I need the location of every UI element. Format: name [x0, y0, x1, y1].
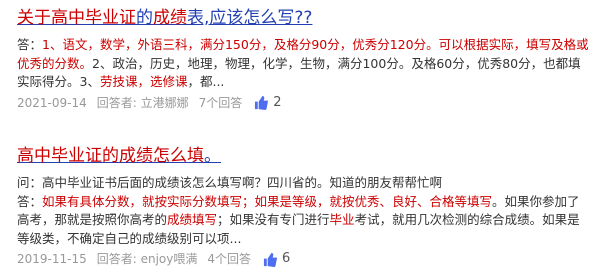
like-button[interactable]: 2 — [254, 95, 291, 111]
result-title[interactable]: 高中毕业证的成绩怎么填。 — [17, 145, 592, 167]
answerer[interactable]: 回答者: enjoy喂满 — [97, 251, 198, 267]
search-result-1: 关于高中毕业证的成绩表,应该怎么写?? 答：1、语文，数学，外语三科，满分150… — [17, 7, 592, 111]
title-highlight: 高中毕业证的成绩怎么填 — [17, 146, 204, 166]
like-count: 6 — [282, 251, 291, 266]
result-meta: 2021-09-14 回答者: 立港娜娜 7个回答 2 — [17, 95, 592, 111]
title-highlight: 关于 — [17, 8, 51, 28]
like-count: 2 — [273, 94, 282, 110]
result-title[interactable]: 关于高中毕业证的成绩表,应该怎么写?? — [17, 7, 592, 29]
abstract-highlight: 成绩填写 — [167, 212, 218, 227]
answer-prefix: 答： — [17, 37, 43, 52]
abstract-highlight: 如果有具体分数，就按实际分数填写；如果是等级，就按优秀、良好、合格等填写 — [42, 193, 493, 209]
abstract-highlight: 毕业 — [329, 212, 355, 227]
title-text: 。 — [204, 146, 221, 166]
answer-count[interactable]: 7个回答 — [199, 95, 243, 111]
result-abstract: 答：1、语文，数学，外语三科，满分150分，及格分90分，优秀分120分。可以根… — [17, 36, 592, 92]
result-date: 2019-11-15 — [17, 252, 87, 266]
title-text: 表,应该怎么写?? — [187, 8, 313, 28]
question-text: 问：高中毕业证书后面的成绩该怎么填写啊？四川省的。知道的朋友帮帮忙啊 — [17, 175, 443, 190]
title-highlight: 成绩 — [153, 8, 187, 28]
title-text: 的 — [136, 8, 153, 28]
result-abstract: 问：高中毕业证书后面的成绩该怎么填写啊？四川省的。知道的朋友帮帮忙啊 答：如果有… — [17, 174, 592, 248]
title-highlight: 高中毕业证 — [51, 8, 136, 28]
answer-count[interactable]: 4个回答 — [207, 251, 251, 267]
result-date: 2021-09-14 — [17, 95, 87, 110]
result-meta: 2019-11-15 回答者: enjoy喂满 4个回答 6 — [17, 251, 592, 267]
search-result-2: 高中毕业证的成绩怎么填。 问：高中毕业证书后面的成绩该怎么填写啊？四川省的。知道… — [17, 145, 592, 267]
like-button[interactable]: 6 — [263, 251, 300, 267]
thumbs-up-icon — [255, 95, 269, 110]
answer-prefix: 答： — [17, 193, 43, 209]
answerer[interactable]: 回答者: 立港娜娜 — [97, 95, 189, 111]
abstract-text: ；如果没有专门进行 — [217, 212, 330, 227]
thumbs-up-icon — [263, 252, 278, 267]
abstract-text: ，都... — [187, 74, 225, 89]
abstract-highlight: 劳技课，选修课 — [99, 74, 188, 89]
